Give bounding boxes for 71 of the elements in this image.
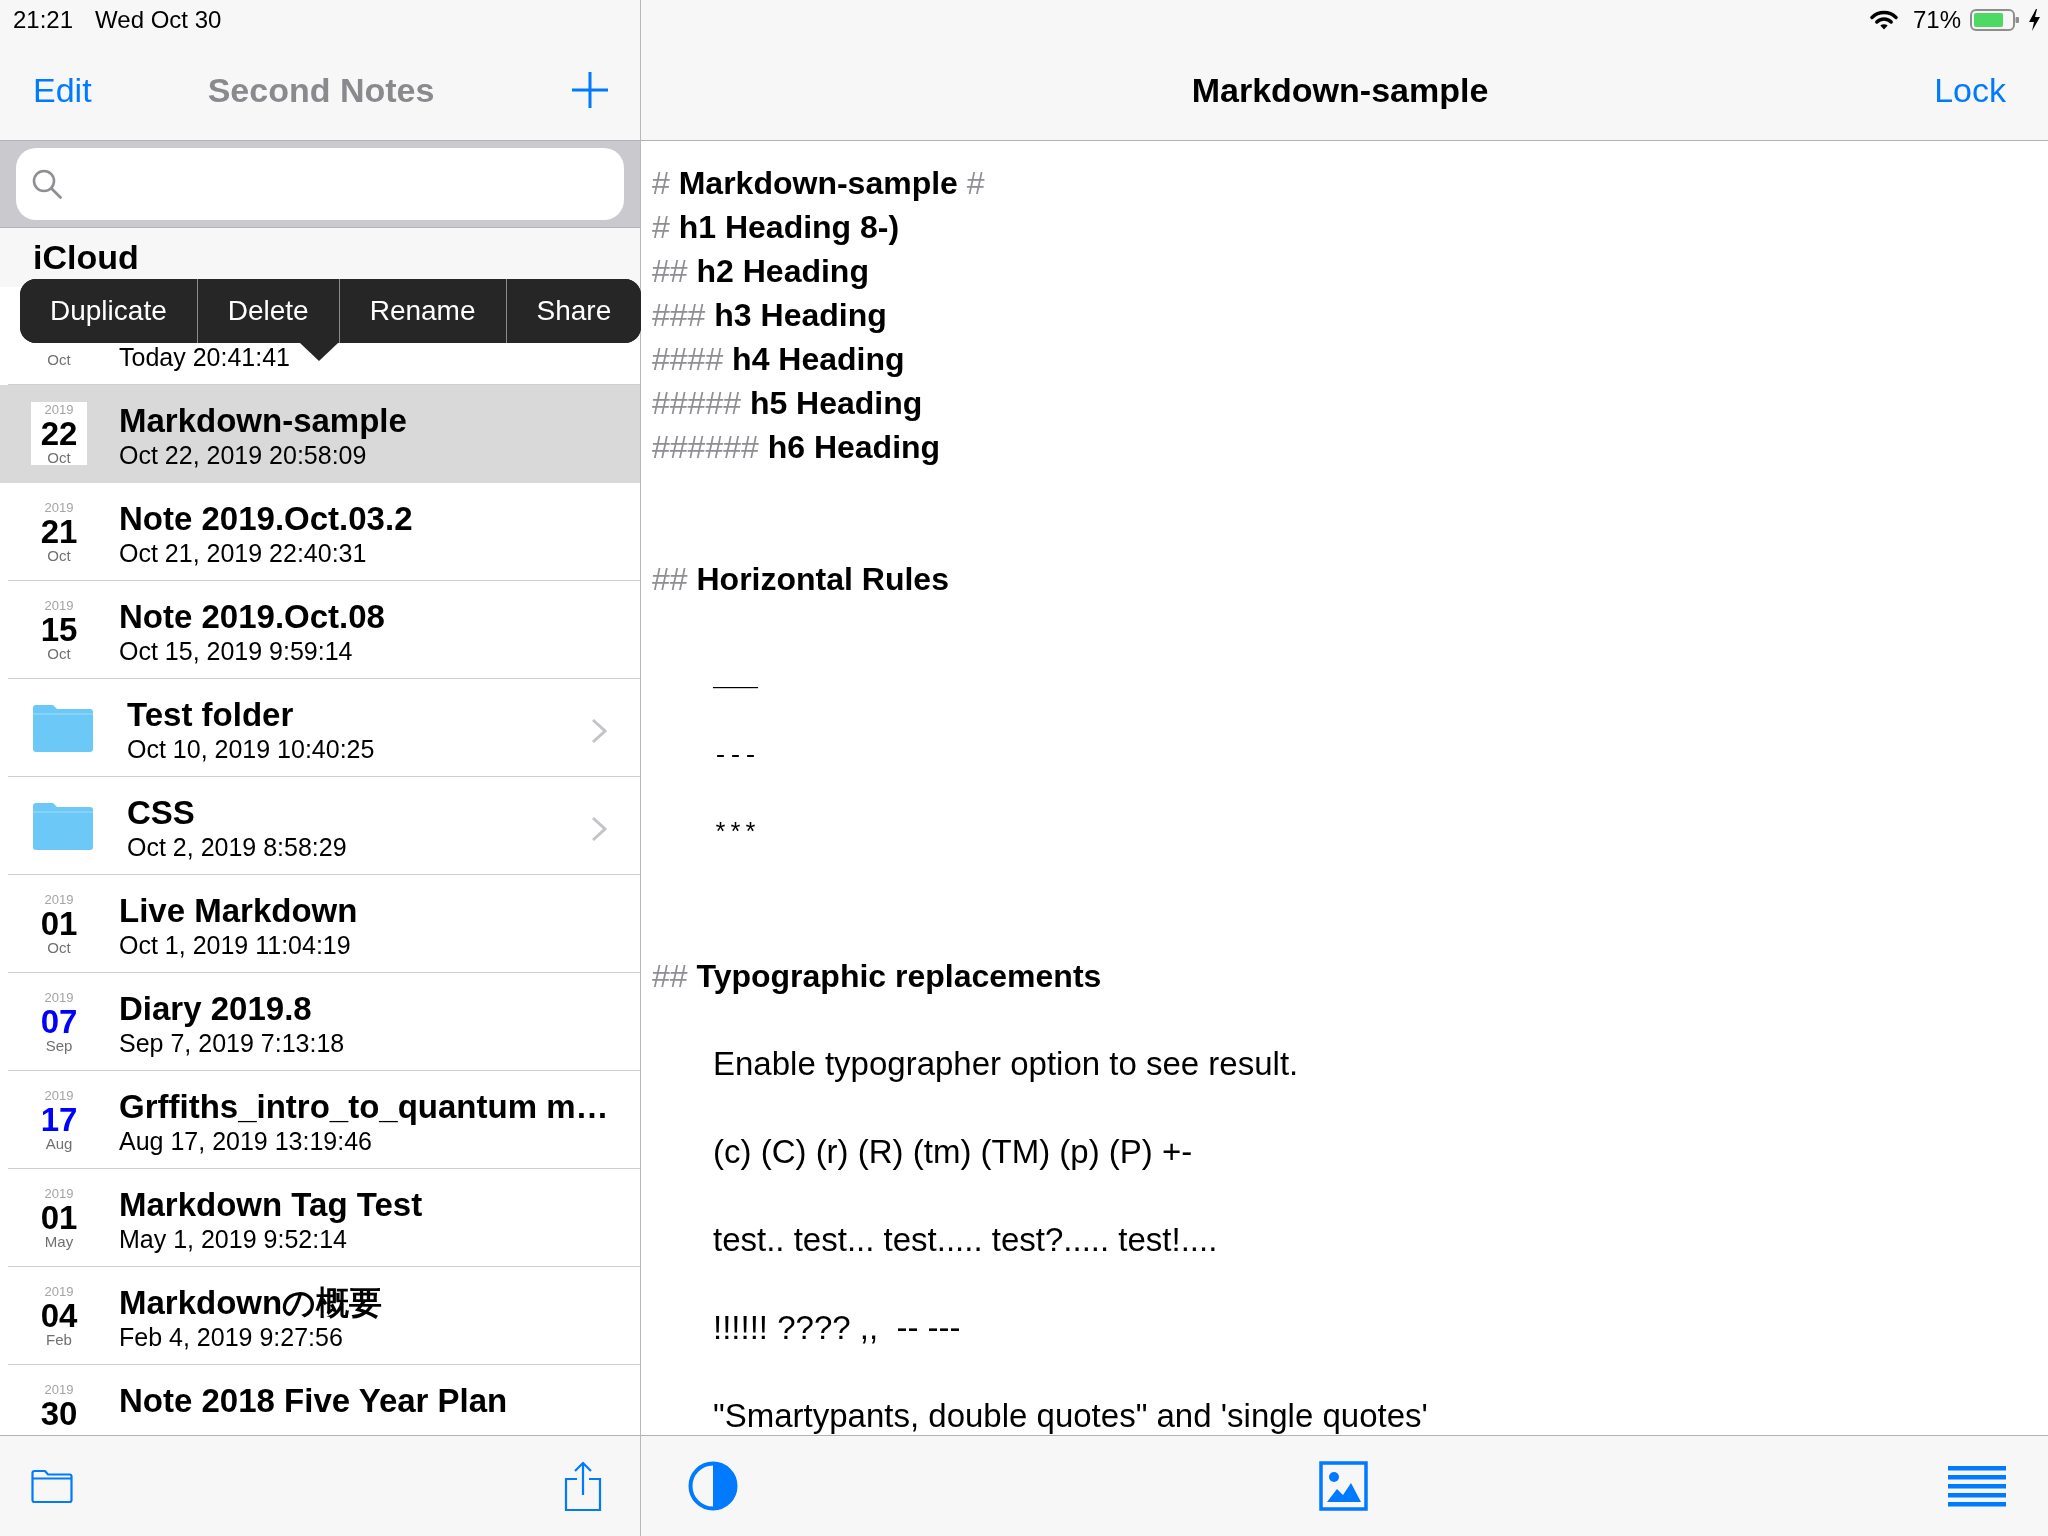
list-title: Second Notes xyxy=(207,70,435,110)
month-label: Aug xyxy=(45,1137,73,1151)
month-label: Feb xyxy=(46,1333,72,1347)
markdown-heading: # h1 Heading 8-) xyxy=(652,208,900,247)
folder-date: Oct 2, 2019 8:58:29 xyxy=(127,833,347,861)
note-title: Markdown-sample xyxy=(119,402,407,440)
paragraph-text: Enable typographer option to see result. xyxy=(713,1046,1299,1082)
markdown-heading: ###### h6 Heading xyxy=(652,428,941,467)
day-number: 01 xyxy=(40,907,78,941)
paragraph-text: (c) (C) (r) (R) (tm) (TM) (p) (P) +- xyxy=(713,1134,1193,1170)
month-label: Oct xyxy=(47,549,71,563)
year-label: 2019 xyxy=(44,402,74,417)
day-number: 07 xyxy=(40,1005,78,1039)
note-date: May 1, 2019 9:52:14 xyxy=(119,1225,347,1253)
note-date: Oct 1, 2019 11:04:19 xyxy=(119,931,351,959)
markdown-heading: # Markdown-sample # xyxy=(652,164,985,203)
paragraph-text: test.. test... test..... test?..... test!.... xyxy=(713,1222,1218,1258)
markdown-heading: ##### h5 Heading xyxy=(652,384,923,423)
day-number: 01 xyxy=(40,1201,78,1235)
markdown-heading: ## Typographic replacements xyxy=(652,957,1102,996)
paragraph-text: "Smartypants, double quotes" and 'single quotes' xyxy=(713,1398,1428,1434)
year-label: 2019 xyxy=(44,1284,74,1299)
year-label: 2019 xyxy=(44,598,74,613)
battery-percentage: 71% xyxy=(1912,6,1961,34)
month-label: Oct xyxy=(47,647,71,661)
note-date: Aug 17, 2019 13:19:46 xyxy=(119,1127,372,1155)
folder-date: Oct 10, 2019 10:40:25 xyxy=(127,735,375,763)
note-title: Live Markdown xyxy=(119,892,358,930)
rule-markup: ___ xyxy=(713,663,758,695)
month-label: Sep xyxy=(45,1039,73,1053)
month-label: May xyxy=(44,1235,74,1249)
markdown-heading: ## Horizontal Rules xyxy=(652,560,949,599)
note-title: Note 2019.Oct.08 xyxy=(119,598,385,636)
day-number: 17 xyxy=(40,1103,78,1137)
paragraph-text: !!!!!! ???? ,, -- --- xyxy=(713,1310,961,1346)
note-date: Feb 4, 2019 9:27:56 xyxy=(119,1323,343,1351)
year-label: 2019 xyxy=(44,1186,74,1201)
year-label: 2019 xyxy=(44,1382,74,1397)
rule-markup: --- xyxy=(713,741,758,773)
note-title: Markdownの概要 xyxy=(119,1284,383,1322)
folder-title: Test folder xyxy=(127,696,294,734)
note-date: Today 20:41:41 xyxy=(119,343,290,371)
markdown-heading: ### h3 Heading xyxy=(652,296,887,335)
year-label: 2019 xyxy=(44,500,74,515)
status-time: 21:21 xyxy=(13,6,74,34)
note-date: Sep 7, 2019 7:13:18 xyxy=(119,1029,345,1057)
editor-title: Markdown-sample xyxy=(1191,70,1489,110)
year-label: 2019 xyxy=(44,990,74,1005)
day-number: 21 xyxy=(40,515,78,549)
month-label: Oct xyxy=(47,353,71,367)
note-title: Note 2019.Oct.03.2 xyxy=(119,500,413,538)
note-title: Note 2018 Five Year Plan xyxy=(119,1382,508,1420)
note-date: Oct 22, 2019 20:58:09 xyxy=(119,441,367,469)
day-number: 30 xyxy=(40,1397,78,1431)
month-label: Oct xyxy=(47,451,71,465)
markdown-heading: #### h4 Heading xyxy=(652,340,905,379)
year-label: 2019 xyxy=(44,1088,74,1103)
folder-title: CSS xyxy=(127,794,195,832)
note-date: Oct 15, 2019 9:59:14 xyxy=(119,637,353,665)
note-date: Oct 21, 2019 22:40:31 xyxy=(119,539,367,567)
day-number: 22 xyxy=(40,417,78,451)
markdown-heading: ## h2 Heading xyxy=(652,252,869,291)
note-title: Grffiths_intro_to_quantum m… xyxy=(119,1088,609,1126)
note-title: Markdown Tag Test xyxy=(119,1186,423,1224)
status-date: Wed Oct 30 xyxy=(95,6,222,34)
rule-markup: *** xyxy=(713,819,758,851)
year-label: 2019 xyxy=(44,892,74,907)
note-title: Diary 2019.8 xyxy=(119,990,312,1028)
day-number: 15 xyxy=(40,613,78,647)
month-label: Oct xyxy=(47,941,71,955)
day-number: 04 xyxy=(40,1299,78,1333)
